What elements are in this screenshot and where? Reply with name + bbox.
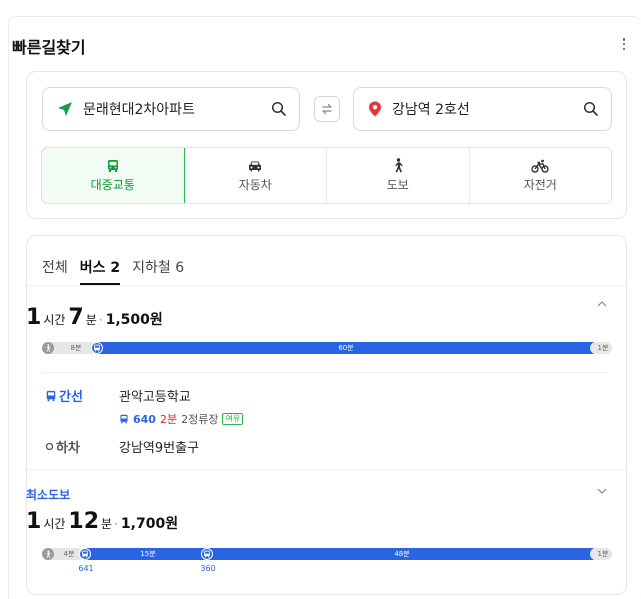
route-summary[interactable]: 1 시간 12 분 · 1,700원 xyxy=(26,509,178,534)
alight-step-label: 하차 xyxy=(45,437,80,456)
walk-icon xyxy=(42,548,54,560)
segment-duration: 8분 xyxy=(70,344,82,352)
walk-icon xyxy=(42,342,54,354)
route-summary[interactable]: 1 시간 7 분 · 1,500원 xyxy=(26,305,163,330)
search-icon[interactable] xyxy=(271,101,287,117)
bus-icon xyxy=(79,548,91,560)
route-hours: 1 xyxy=(26,305,42,330)
route-divider xyxy=(27,469,626,470)
walk-icon xyxy=(394,158,403,173)
transport-mode-tabs: 대중교통 자동차 도보 자전거 xyxy=(41,147,612,204)
bus-icon xyxy=(107,159,118,172)
chevron-up-icon[interactable] xyxy=(596,298,608,310)
route-timeline: 8분 60분 1분 xyxy=(42,342,612,354)
tab-label: 도보 xyxy=(386,178,409,192)
swap-locations-button[interactable] xyxy=(314,96,340,122)
bus-icon xyxy=(91,342,103,354)
bus-wait-time: 2분 xyxy=(159,413,178,426)
tab-car[interactable]: 자동차 xyxy=(185,148,327,203)
panel-title: 빠른길찾기 xyxy=(12,38,86,57)
segment-duration: 60분 xyxy=(338,344,354,352)
chevron-down-icon[interactable] xyxy=(596,485,608,497)
route-fare: 1,700원 xyxy=(120,516,179,532)
route-minutes-unit: 분 xyxy=(85,313,97,327)
route-hours: 1 xyxy=(26,509,42,534)
crowding-badge: 여유 xyxy=(222,413,244,425)
tab-walk[interactable]: 도보 xyxy=(327,148,470,203)
bus-route-number: 360 xyxy=(200,564,216,573)
results-card xyxy=(26,235,627,595)
tab-bicycle[interactable]: 자전거 xyxy=(470,148,612,203)
bus-segment: 15분 xyxy=(79,548,210,560)
bus-icon xyxy=(120,414,128,424)
swap-icon xyxy=(322,103,332,115)
bus-number: 640 xyxy=(133,412,156,426)
tab-label: 대중교통 xyxy=(90,177,135,192)
route-hours-unit: 시간 xyxy=(43,313,66,327)
bicycle-icon xyxy=(531,159,549,173)
bus-arrival-info[interactable]: 640 2분 2정류장 여유 xyxy=(119,411,244,427)
segment-duration: 15분 xyxy=(140,550,156,558)
route-filter-tabs: 전체 버스 2 지하철 6 xyxy=(42,250,184,285)
route-fare: 1,500원 xyxy=(105,312,163,328)
bus-icon xyxy=(201,548,213,560)
segment-duration: 4분 xyxy=(63,550,75,558)
end-location-input[interactable]: 강남역 2호선 xyxy=(353,87,612,131)
route-minutes: 12 xyxy=(68,509,100,534)
bus-segment: 48분 xyxy=(201,548,598,560)
segment-duration: 48분 xyxy=(394,550,410,558)
tab-label: 자동차 xyxy=(238,177,272,192)
tab-label: 자전거 xyxy=(523,177,557,192)
route-minutes-unit: 분 xyxy=(101,517,113,531)
car-icon xyxy=(249,161,262,171)
end-location-text: 강남역 2호선 xyxy=(392,102,470,118)
board-stop-name: 관악고등학교 xyxy=(119,390,191,405)
bus-route-number: 641 xyxy=(78,564,94,573)
more-options-icon[interactable] xyxy=(620,36,628,52)
board-step-label: 간선 xyxy=(45,386,83,405)
route-hours-unit: 시간 xyxy=(43,517,66,531)
stop-circle-icon xyxy=(45,442,54,451)
alight-stop-name: 강남역9번출구 xyxy=(119,441,200,456)
bus-segment: 60분 xyxy=(91,342,598,354)
location-pin-icon xyxy=(369,101,381,117)
walk-segment: 4분 xyxy=(42,548,84,560)
filter-tab-subway[interactable]: 지하철 6 xyxy=(132,250,184,284)
tabs-divider xyxy=(27,285,626,286)
start-location-text: 문래현대2차아파트 xyxy=(83,102,195,118)
start-location-input[interactable]: 문래현대2차아파트 xyxy=(42,87,300,131)
segment-duration: 1분 xyxy=(597,344,609,352)
route-minutes: 7 xyxy=(68,305,84,330)
separator-dot: · xyxy=(114,517,118,531)
tab-public-transit[interactable]: 대중교통 xyxy=(42,148,185,203)
walk-segment: 1분 xyxy=(590,548,612,560)
bus-stops-away: 2정류장 xyxy=(181,413,219,426)
board-type: 간선 xyxy=(59,390,83,405)
filter-tab-bus[interactable]: 버스 2 xyxy=(79,250,121,285)
alight-type: 하차 xyxy=(56,441,80,456)
bus-icon xyxy=(46,390,56,401)
filter-tab-all[interactable]: 전체 xyxy=(42,250,68,284)
separator-dot: · xyxy=(98,313,103,327)
walk-segment: 8분 xyxy=(42,342,96,354)
segment-duration: 1분 xyxy=(597,550,609,558)
navigation-arrow-icon xyxy=(58,102,72,116)
route-tag: 최소도보 xyxy=(26,488,71,502)
walk-segment: 1분 xyxy=(590,342,612,354)
route-timeline: 4분 15분 48분 1분 641 360 xyxy=(42,548,612,573)
search-icon[interactable] xyxy=(583,101,599,117)
detail-divider xyxy=(42,372,608,373)
